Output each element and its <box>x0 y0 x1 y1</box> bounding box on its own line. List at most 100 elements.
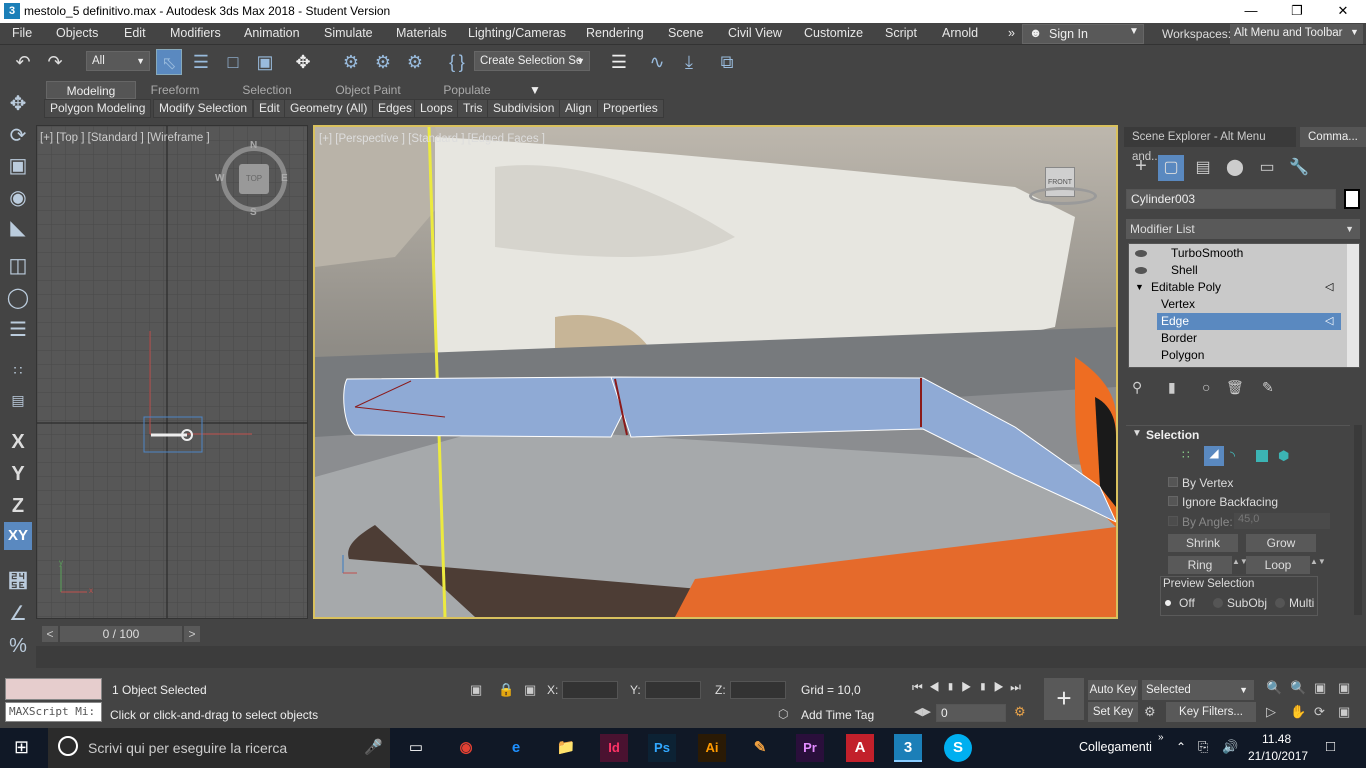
perspective-viewport[interactable]: [+] [Perspective ] [Standard ] [Edged Fa… <box>313 125 1118 619</box>
maxscript-listener-mini[interactable] <box>5 678 102 700</box>
menu-rendering[interactable]: Rendering <box>586 26 644 40</box>
y-coordinate-field[interactable] <box>645 681 701 699</box>
by-angle-spinner[interactable]: 45,0 <box>1234 513 1330 529</box>
redo-icon[interactable]: ↷ <box>42 49 68 75</box>
absolute-mode-icon[interactable]: ▣ <box>524 682 536 698</box>
modify-icon[interactable]: ▢ <box>1158 155 1184 181</box>
select-object-icon[interactable]: ⬁ <box>156 49 182 75</box>
border-mode-icon[interactable]: ◝ <box>1230 448 1246 464</box>
menu-modifiers[interactable]: Modifiers <box>170 26 221 40</box>
polygon-modeling-button[interactable]: Polygon Modeling <box>44 99 152 118</box>
create-selection-set-dropdown[interactable]: Create Selection Se ▼ <box>474 51 590 71</box>
tab-object-paint[interactable]: Object Paint <box>328 81 408 99</box>
menu-file[interactable]: File <box>12 26 32 40</box>
windows-start-icon[interactable]: ⊞ <box>14 737 29 758</box>
angle-snap-icon[interactable]: ⚙ <box>370 49 396 75</box>
z-coordinate-field[interactable] <box>730 681 786 699</box>
menu-scene[interactable]: Scene <box>668 26 703 40</box>
skype-icon[interactable]: S <box>944 734 972 762</box>
volume-icon[interactable]: 🔊 <box>1222 739 1238 755</box>
stack-scrollbar[interactable] <box>1347 244 1359 367</box>
illustrator-icon[interactable]: Ai <box>698 734 726 762</box>
render-setup-icon[interactable]: ⤓ <box>676 49 702 75</box>
mirror-icon[interactable]: ◫ <box>4 252 32 280</box>
collapse-icon[interactable]: ▼ <box>1132 428 1142 439</box>
tab-freeform[interactable]: Freeform <box>140 81 210 99</box>
set-key-icon[interactable]: + <box>1044 678 1084 720</box>
go-to-start-icon[interactable]: ⏮ <box>912 680 929 694</box>
zoom-extents-all-icon[interactable]: ▣ <box>1338 680 1350 696</box>
stack-item-edge[interactable]: Edge ◁ <box>1157 313 1341 330</box>
undo-icon[interactable]: ↶ <box>10 49 36 75</box>
x-coordinate-field[interactable] <box>562 681 618 699</box>
ring-button[interactable]: Ring <box>1168 556 1232 574</box>
modifier-list-dropdown[interactable]: Modifier List ▼ <box>1126 219 1360 239</box>
rectangular-selection-icon[interactable]: □ <box>220 49 246 75</box>
current-frame-field[interactable]: 0 <box>936 704 1006 722</box>
stack-item-vertex[interactable]: Vertex <box>1129 296 1347 313</box>
command-panel-scrollbar[interactable] <box>1354 425 1362 615</box>
menu-arnold[interactable]: Arnold <box>942 26 978 40</box>
isolate-selection-icon[interactable]: ▣ <box>470 682 482 698</box>
measure-icon[interactable]: ▤ <box>4 386 32 414</box>
zoom-extents-icon[interactable]: ▣ <box>1314 680 1326 696</box>
menu-civil-view[interactable]: Civil View <box>728 26 782 40</box>
vertex-mode-icon[interactable]: ∷ <box>1182 448 1198 464</box>
network-icon[interactable]: ⎘ <box>1198 739 1208 755</box>
close-button[interactable]: ✕ <box>1320 0 1366 23</box>
menu-script[interactable]: Script <box>885 26 917 40</box>
display-icon[interactable]: ▭ <box>1254 155 1280 181</box>
tab-selection[interactable]: Selection <box>232 81 302 99</box>
loop-button[interactable]: Loop <box>1246 556 1310 574</box>
key-filters-button[interactable]: Key Filters... <box>1166 702 1256 722</box>
geometry-all-button[interactable]: Geometry (All) <box>284 99 374 118</box>
stack-item-turbosmooth[interactable]: TurboSmooth <box>1129 245 1347 262</box>
snap-icon[interactable]: ∷ <box>4 356 32 384</box>
maxscript-input[interactable]: MAXScript Mi: <box>5 702 102 722</box>
hierarchy-icon[interactable]: ▤ <box>1190 155 1216 181</box>
loops-button[interactable]: Loops <box>414 99 459 118</box>
microphone-icon[interactable]: 🎤 <box>364 738 383 756</box>
grow-button[interactable]: Grow <box>1246 534 1316 552</box>
indesign-icon[interactable]: Id <box>600 734 628 762</box>
prev-frame-button[interactable]: < <box>42 626 58 642</box>
go-to-end-icon[interactable]: ⏭ <box>1010 680 1027 694</box>
maximize-button[interactable]: ❐ <box>1274 0 1320 23</box>
field-of-view-icon[interactable]: ▷ <box>1266 704 1276 720</box>
menu-simulate[interactable]: Simulate <box>324 26 373 40</box>
select-by-name-icon[interactable]: ☰ <box>188 49 214 75</box>
edit-button[interactable]: Edit <box>253 99 286 118</box>
snaps-3d-icon[interactable]: ⑞ <box>4 568 32 596</box>
eye-icon[interactable] <box>1135 267 1147 274</box>
preview-subobj-radio[interactable] <box>1213 598 1223 608</box>
object-color-swatch[interactable] <box>1344 189 1360 209</box>
ignore-backfacing-checkbox[interactable] <box>1168 496 1178 506</box>
align-button[interactable]: Align <box>559 99 598 118</box>
previous-frame-icon[interactable]: ◀▮ <box>929 680 961 694</box>
scene-explorer-tab[interactable]: Scene Explorer - Alt Menu and... <box>1124 127 1296 163</box>
lock-selection-icon[interactable]: 🔒 <box>498 682 514 698</box>
set-key-button[interactable]: Set Key <box>1088 702 1138 722</box>
stack-item-border[interactable]: Border <box>1129 330 1347 347</box>
key-filter-dropdown[interactable]: Selected ▼ <box>1142 680 1254 700</box>
premiere-icon[interactable]: Pr <box>796 734 824 762</box>
stack-item-shell[interactable]: Shell <box>1129 262 1347 279</box>
edges-button[interactable]: Edges <box>372 99 419 118</box>
pin-stack-icon[interactable]: ⚲ <box>1132 379 1142 396</box>
next-frame-button[interactable]: > <box>184 626 200 642</box>
task-view-icon[interactable]: ▭ <box>402 734 430 762</box>
time-tag-icon[interactable]: ⬡ <box>778 707 788 721</box>
window-crossing-icon[interactable]: ▣ <box>252 49 278 75</box>
edit-named-sets-icon[interactable]: { } <box>444 49 470 75</box>
selection-filter-dropdown[interactable]: All ▼ <box>86 51 150 71</box>
3ds-max-icon[interactable]: 3 <box>894 734 922 762</box>
perspective-viewport-label[interactable]: [+] [Perspective ] [Standard ] [Edged Fa… <box>319 133 545 145</box>
utilities-icon[interactable]: 🔧 <box>1286 155 1312 181</box>
select-place-icon[interactable]: ◣ <box>4 214 32 242</box>
play-icon[interactable]: ▶ <box>961 680 978 694</box>
pan-icon[interactable]: ✋ <box>1290 704 1306 720</box>
curve-editor-icon[interactable]: ∿ <box>644 49 670 75</box>
schematic-view-icon[interactable]: ⧉ <box>714 49 740 75</box>
orbit-icon[interactable]: ⟳ <box>1314 704 1325 720</box>
x-axis-icon[interactable]: X <box>4 428 32 456</box>
